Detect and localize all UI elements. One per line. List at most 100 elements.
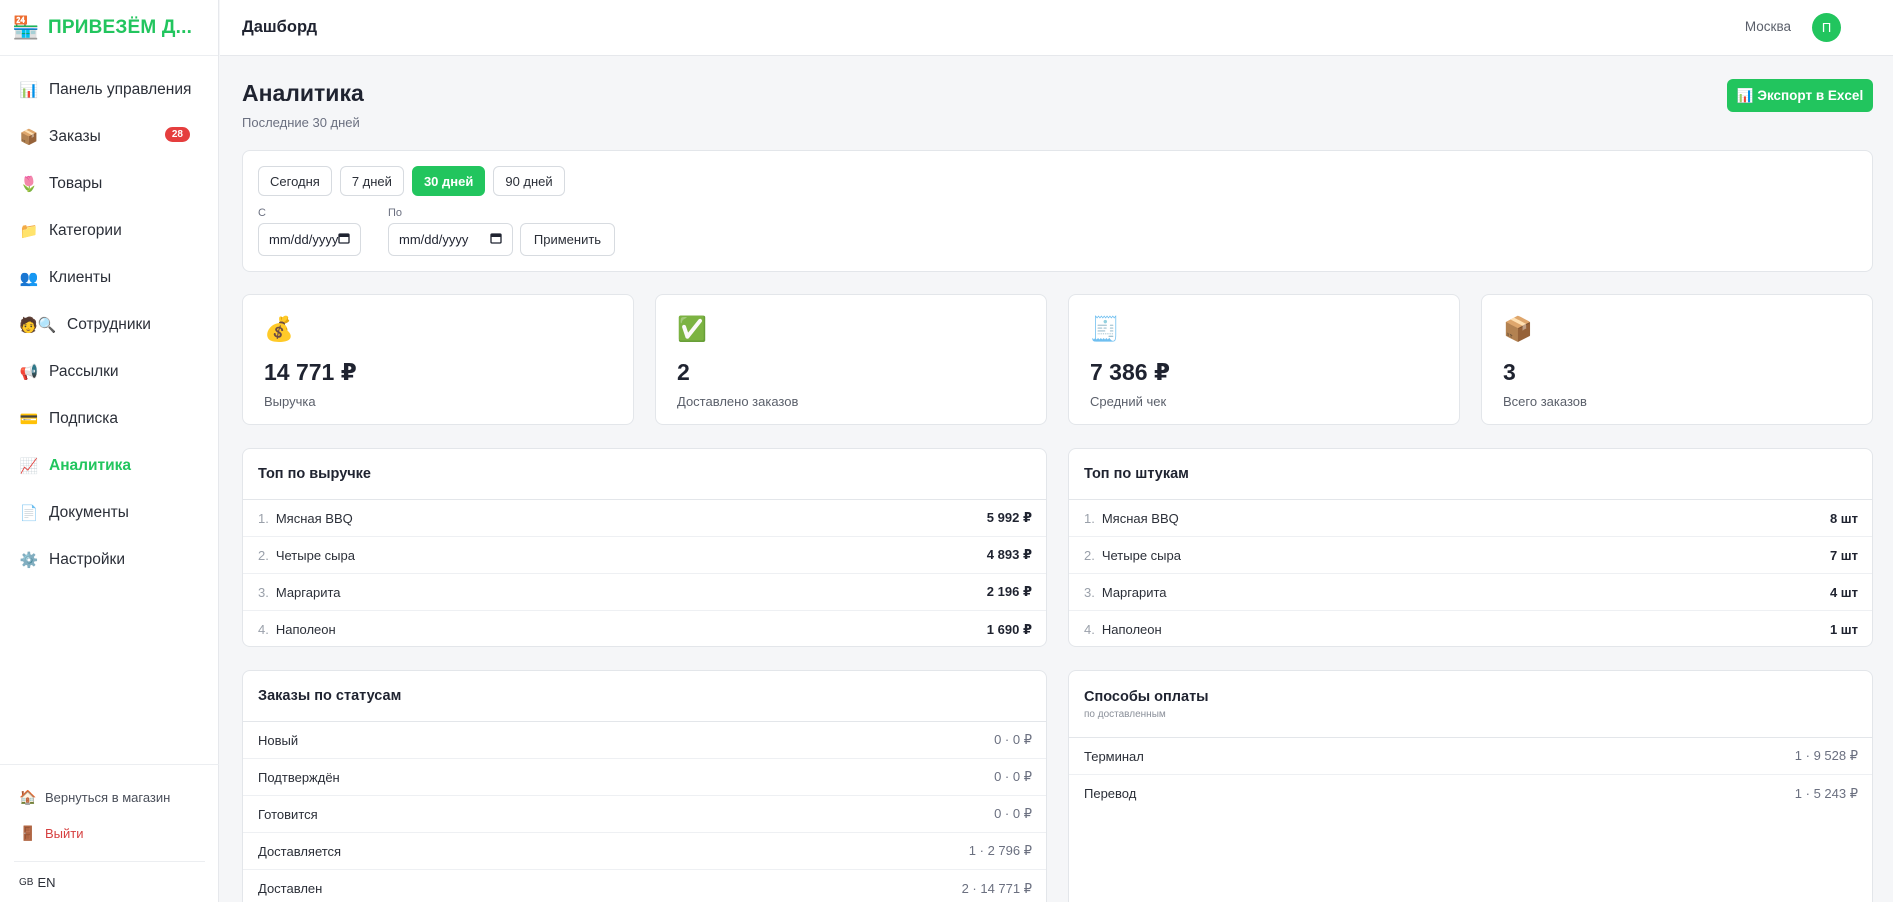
logout-link[interactable]: 🚪 Выйти	[0, 815, 219, 851]
orders-count-badge: 28	[164, 127, 190, 142]
check-icon: ✅	[677, 316, 707, 343]
date-from-label: С	[258, 207, 266, 219]
export-excel-button[interactable]: 📊 Экспорт в Excel	[1727, 79, 1873, 112]
flag-icon: GB	[19, 876, 34, 888]
list-row: Перевод 1 · 5 243 ₽	[1069, 775, 1872, 812]
row-left: Доставляется	[258, 844, 341, 859]
row-rank: 1.	[258, 510, 269, 526]
stat-card: 🧾 7 386 ₽ Средний чек	[1068, 294, 1460, 425]
sidebar-item-label: Товары	[49, 174, 103, 192]
sidebar-item-label: Аналитика	[49, 456, 132, 474]
list-row: Терминал 1 · 9 528 ₽	[1069, 738, 1872, 775]
row-name: Четыре сыра	[1101, 547, 1181, 563]
calendar-icon[interactable]	[338, 232, 350, 247]
settings-icon: ⚙️	[19, 551, 39, 569]
back-to-store-link[interactable]: 🏠 Вернуться в магазин	[0, 779, 219, 815]
sidebar-item-analytics[interactable]: 📈 Аналитика	[0, 442, 218, 489]
row-name: Доставлен	[258, 881, 323, 896]
row-name: Подтверждён	[258, 769, 340, 785]
sidebar-item-dashboard[interactable]: 📊 Панель управления	[0, 66, 218, 113]
row-value: 5 992 ₽	[986, 510, 1032, 525]
language-label: EN	[37, 874, 56, 890]
list-row: Подтверждён 0 · 0 ₽	[243, 759, 1046, 796]
card-header: Топ по штукам	[1069, 449, 1872, 500]
row-value: 0 · 0 ₽	[994, 732, 1032, 747]
list-row: 2. Четыре сыра 4 893 ₽	[243, 537, 1046, 574]
language-switch[interactable]: GB EN	[0, 862, 219, 902]
sidebar-item-orders[interactable]: 📦 Заказы 28	[0, 113, 218, 160]
row-rank: 4.	[1084, 622, 1095, 637]
calendar-icon[interactable]	[490, 232, 502, 247]
row-name: Терминал	[1084, 748, 1144, 764]
sidebar-item-categories[interactable]: 📁 Категории	[0, 207, 218, 254]
row-name: Новый	[258, 732, 299, 748]
subscription-icon: 💳	[19, 410, 39, 428]
row-left: Перевод	[1084, 786, 1136, 801]
row-rank: 2.	[1084, 547, 1095, 563]
brand-name: ПРИВЕЗЁМ Д...	[48, 16, 193, 38]
list-row: 4. Наполеон 1 690 ₽	[243, 611, 1046, 648]
card-title: Заказы по статусам	[258, 688, 402, 704]
date-to-label: По	[388, 207, 403, 219]
stat-label: Выручка	[264, 394, 316, 409]
home-icon: 🏠	[19, 788, 37, 805]
row-left: Доставлен	[258, 881, 322, 896]
sidebar-item-label: Подписка	[49, 409, 119, 427]
payment-methods-list: Терминал 1 · 9 528 ₽ Перевод 1 · 5 243 ₽	[1069, 738, 1872, 812]
card-header: Способы оплаты по доставленным	[1069, 671, 1872, 738]
sidebar-item-subscription[interactable]: 💳 Подписка	[0, 395, 218, 442]
card-title: Способы оплаты	[1084, 688, 1209, 705]
analytics-icon: 📈	[19, 457, 39, 475]
row-left: 1. Мясная BBQ	[258, 511, 353, 526]
sidebar-item-label: Настройки	[49, 550, 126, 568]
orders-icon: 📦	[19, 128, 39, 146]
sidebar-item-clients[interactable]: 👥 Клиенты	[0, 254, 218, 301]
dashboard-icon: 📊	[19, 81, 39, 99]
brand[interactable]: 🏪 ПРИВЕЗЁМ Д...	[0, 0, 218, 56]
sidebar-item-mailings[interactable]: 📢 Рассылки	[0, 348, 218, 395]
city-selector[interactable]: Москва	[1745, 19, 1791, 34]
period-button[interactable]: 90 дней	[493, 166, 565, 196]
list-row: 3. Маргарита 2 196 ₽	[243, 574, 1046, 611]
products-icon: 🌷	[19, 175, 39, 193]
period-button[interactable]: 7 дней	[339, 166, 404, 196]
stat-value: 14 771 ₽	[264, 359, 357, 385]
sidebar-item-employees[interactable]: 🧑🔍 Сотрудники	[0, 301, 218, 348]
stat-card: 💰 14 771 ₽ Выручка	[242, 294, 634, 425]
payment-methods-card: Способы оплаты по доставленным Терминал 1…	[1068, 670, 1873, 902]
date-from-group: С mm/dd/yyyy	[258, 207, 361, 256]
period-button[interactable]: Сегодня	[258, 166, 332, 196]
row-rank: 3.	[1084, 584, 1095, 600]
row-rank: 1.	[1084, 510, 1095, 526]
sidebar-item-label: Документы	[49, 503, 129, 521]
date-to-group: По mm/dd/yyyy	[388, 207, 513, 256]
list-row: 3. Маргарита 4 шт	[1069, 574, 1872, 611]
row-rank: 3.	[258, 584, 269, 600]
period-button[interactable]: 30 дней	[411, 166, 486, 196]
row-name: Наполеон	[1101, 622, 1162, 637]
list-row: 1. Мясная BBQ 5 992 ₽	[243, 500, 1046, 537]
row-name: Маргарита	[1101, 584, 1167, 600]
sidebar-item-label: Заказы	[49, 127, 101, 145]
row-value: 1 · 2 796 ₽	[968, 843, 1032, 858]
top-revenue-card: Топ по выручке 1. Мясная BBQ 5 992 ₽ 2. Четы…	[242, 448, 1047, 647]
sidebar-item-products[interactable]: 🌷 Товары	[0, 160, 218, 207]
sidebar-item-settings[interactable]: ⚙️ Настройки	[0, 536, 218, 583]
documents-icon: 📄	[19, 504, 39, 522]
orders-by-status-list: Новый 0 · 0 ₽ Подтверждён 0 · 0 ₽ Готовится 0…	[243, 722, 1046, 902]
date-to-input[interactable]: mm/dd/yyyy	[388, 223, 513, 256]
row-value: 1 · 9 528 ₽	[1794, 748, 1858, 763]
apply-button[interactable]: Применить	[520, 223, 615, 256]
row-left: 3. Маргарита	[1084, 585, 1167, 600]
row-left: 2. Четыре сыра	[1084, 548, 1181, 563]
date-from-input[interactable]: mm/dd/yyyy	[258, 223, 361, 256]
avatar[interactable]: П	[1812, 13, 1841, 42]
logout-label: Выйти	[45, 825, 84, 841]
sidebar-item-label: Клиенты	[49, 268, 112, 286]
list-row: Доставляется 1 · 2 796 ₽	[243, 833, 1046, 870]
sidebar-item-documents[interactable]: 📄 Документы	[0, 489, 218, 536]
row-name: Мясная BBQ	[1101, 510, 1179, 526]
page-title: Аналитика	[242, 80, 364, 106]
top-units-list: 1. Мясная BBQ 8 шт 2. Четыре сыра 7 шт 3. Марга…	[1069, 500, 1872, 648]
row-value: 8 шт	[1829, 510, 1858, 526]
